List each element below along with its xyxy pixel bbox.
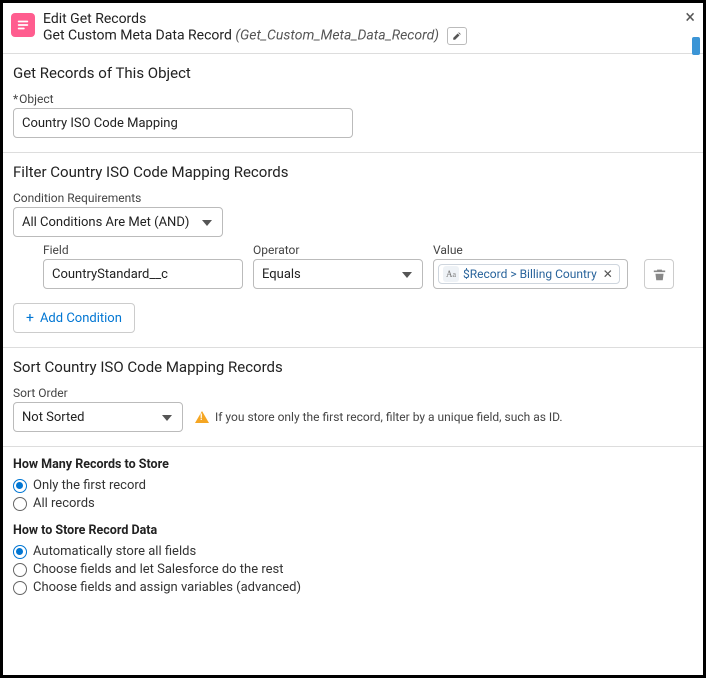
filter-section: Filter Country ISO Code Mapping Records … <box>3 153 703 347</box>
sort-order-select[interactable]: Not Sorted <box>13 402 183 432</box>
field-label: Field <box>43 243 243 257</box>
how-many-title: How Many Records to Store <box>13 457 693 472</box>
condition-requirements-select[interactable]: All Conditions Are Met (AND) <box>13 207 223 237</box>
radio-auto-store[interactable] <box>13 545 27 559</box>
radio-all-records-label: All records <box>33 496 95 511</box>
edit-name-button[interactable] <box>447 27 467 45</box>
radio-only-first[interactable] <box>13 479 27 493</box>
text-type-icon: Aa <box>443 266 459 282</box>
filter-section-title: Filter Country ISO Code Mapping Records <box>13 163 693 181</box>
radio-choose-rest-label: Choose fields and let Salesforce do the … <box>33 562 283 577</box>
object-section: Get Records of This Object Object Countr… <box>3 54 703 152</box>
value-pill[interactable]: Aa $Record > Billing Country ✕ <box>438 264 620 284</box>
element-api-name: (Get_Custom_Meta_Data_Record) <box>235 28 439 44</box>
sort-warning-text: If you store only the first record, filt… <box>215 410 563 424</box>
dialog-header: Edit Get Records Get Custom Meta Data Re… <box>3 3 703 53</box>
add-condition-button[interactable]: + Add Condition <box>13 303 135 333</box>
object-section-title: Get Records of This Object <box>13 64 693 82</box>
store-section: How Many Records to Store Only the first… <box>3 447 703 612</box>
object-input[interactable]: Country ISO Code Mapping <box>13 108 353 138</box>
value-input[interactable]: Aa $Record > Billing Country ✕ <box>433 259 628 289</box>
get-records-icon <box>11 13 35 37</box>
operator-label: Operator <box>253 243 423 257</box>
delete-condition-button[interactable] <box>644 259 674 289</box>
scrollbar-thumb[interactable] <box>692 37 700 55</box>
sort-section-title: Sort Country ISO Code Mapping Records <box>13 358 693 376</box>
element-label: Get Custom Meta Data Record <box>43 28 232 44</box>
field-input[interactable]: CountryStandard__c <box>43 259 243 289</box>
operator-select[interactable]: Equals <box>253 259 423 289</box>
close-button[interactable]: × <box>685 9 695 27</box>
radio-all-records[interactable] <box>13 497 27 511</box>
radio-choose-rest[interactable] <box>13 563 27 577</box>
value-label: Value <box>433 243 628 257</box>
sort-order-label: Sort Order <box>13 386 693 400</box>
plus-icon: + <box>26 311 34 325</box>
radio-choose-advanced[interactable] <box>13 581 27 595</box>
how-store-title: How to Store Record Data <box>13 523 693 538</box>
radio-auto-store-label: Automatically store all fields <box>33 544 196 559</box>
radio-choose-advanced-label: Choose fields and assign variables (adva… <box>33 580 301 595</box>
sort-section: Sort Country ISO Code Mapping Records So… <box>3 348 703 446</box>
object-label: Object <box>13 92 693 106</box>
warning-icon <box>195 411 209 423</box>
radio-only-first-label: Only the first record <box>33 478 146 493</box>
dialog-title: Edit Get Records <box>43 11 691 27</box>
condition-requirements-label: Condition Requirements <box>13 191 693 205</box>
remove-value-icon[interactable]: ✕ <box>603 267 613 281</box>
